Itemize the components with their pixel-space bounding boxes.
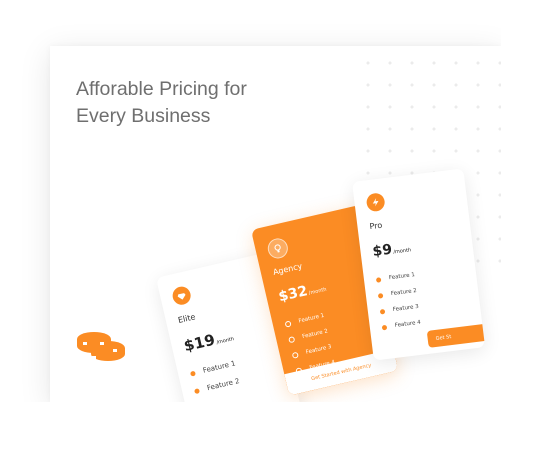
plan-name: Elite xyxy=(177,312,197,325)
bottom-mask xyxy=(0,402,553,457)
bullet-icon xyxy=(379,308,386,315)
lightbulb-icon xyxy=(265,236,290,261)
bullet-icon xyxy=(288,336,296,344)
diamond-icon xyxy=(170,284,193,307)
page-title: Afforable Pricing for Every Business xyxy=(76,78,247,127)
plan-price: $9/month xyxy=(371,241,412,260)
bullet-icon xyxy=(284,320,292,328)
coins-icon xyxy=(77,332,125,361)
bullet-icon xyxy=(375,276,382,283)
feature-list: Feature 1 Feature 2 xyxy=(188,355,241,400)
plan-name: Pro xyxy=(369,220,383,232)
plan-price: $19/month xyxy=(182,330,235,356)
plan-card-pro[interactable]: Pro $9/month Feature 1 Feature 2 Feature… xyxy=(352,168,486,361)
lightning-icon xyxy=(365,192,386,213)
plan-name: Agency xyxy=(272,261,304,277)
bullet-icon xyxy=(189,370,196,377)
list-item: Feature 4 xyxy=(381,315,422,336)
bullet-icon xyxy=(291,351,299,359)
bullet-icon xyxy=(381,324,388,330)
plan-price: $32/month xyxy=(277,283,328,306)
bullet-icon xyxy=(193,387,200,394)
right-mask xyxy=(501,0,553,457)
feature-list: Feature 1 Feature 2 Feature 3 Feature 4 xyxy=(375,267,422,335)
get-started-button[interactable]: Get St xyxy=(426,321,486,348)
bullet-icon xyxy=(377,292,384,299)
